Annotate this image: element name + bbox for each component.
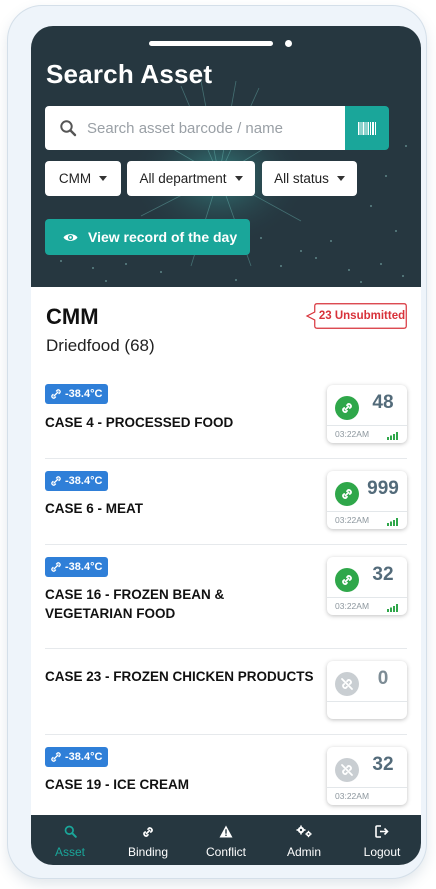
- signal-icon: [387, 518, 398, 526]
- unlinked-icon: [335, 758, 359, 782]
- phone-frame: Search Asset C: [8, 6, 426, 878]
- asset-list-item[interactable]: -38.4°C CASE 4 - PROCESSED FOOD 48 03:22…: [31, 384, 421, 474]
- last-sync-time: 03:22AM: [335, 515, 370, 525]
- card-divider: [327, 701, 407, 702]
- warning-icon: [219, 825, 233, 838]
- link-icon: [335, 568, 359, 592]
- list-divider: [45, 734, 407, 735]
- temperature-value: -38.4°C: [65, 475, 103, 487]
- temperature-badge: -38.4°C: [45, 384, 109, 404]
- status-filter-label: All status: [274, 171, 329, 186]
- nav-item-logout[interactable]: Logout: [343, 815, 421, 865]
- department-filter[interactable]: All department: [127, 161, 255, 196]
- card-divider: [327, 425, 407, 426]
- asset-list-item[interactable]: -38.4°C CASE 19 - ICE CREAM 32 03:22AM: [31, 747, 421, 817]
- case-name: CASE 23 - FROZEN CHICKEN PRODUCTS: [45, 669, 314, 684]
- temperature-value: -38.4°C: [65, 751, 103, 763]
- thermometer-link-icon: [51, 476, 61, 486]
- asset-count: 48: [372, 392, 394, 413]
- nav-item-asset[interactable]: Asset: [31, 815, 109, 865]
- thermometer-link-icon: [51, 389, 61, 399]
- status-filter[interactable]: All status: [262, 161, 357, 196]
- asset-list-item[interactable]: -38.4°C CASE 16 - FROZEN BEAN & VEGETARI…: [31, 557, 421, 657]
- last-sync-time: 03:22AM: [335, 791, 370, 801]
- phone-camera: [285, 40, 292, 47]
- asset-status-card[interactable]: 32 03:22AM: [327, 747, 407, 805]
- gears-icon: [296, 825, 312, 838]
- signal-icon: [387, 604, 398, 612]
- search-icon: [60, 120, 77, 137]
- last-sync-time: 03:22AM: [335, 429, 370, 439]
- nav-item-admin[interactable]: Admin: [265, 815, 343, 865]
- site-filter-label: CMM: [58, 171, 92, 186]
- list-divider: [45, 648, 407, 649]
- list-divider: [45, 458, 407, 459]
- phone-screen: Search Asset C: [31, 26, 421, 865]
- logout-icon: [375, 825, 389, 838]
- site-name: CMM: [46, 304, 99, 329]
- search-input[interactable]: [87, 106, 337, 150]
- thermometer-link-icon: [51, 562, 61, 572]
- nav-item-conflict[interactable]: Conflict: [187, 815, 265, 865]
- case-name: CASE 4 - PROCESSED FOOD: [45, 415, 234, 430]
- asset-list-item[interactable]: -38.4°C CASE 6 - MEAT 999 03:22AM: [31, 471, 421, 561]
- asset-status-card[interactable]: 48 03:22AM: [327, 385, 407, 443]
- last-sync-time: 03:22AM: [335, 601, 370, 611]
- temperature-badge: -38.4°C: [45, 471, 109, 491]
- chevron-down-icon: [336, 176, 345, 181]
- list-divider: [45, 544, 407, 545]
- card-divider: [327, 787, 407, 788]
- asset-count: 0: [377, 668, 389, 689]
- nav-label-admin: Admin: [286, 845, 321, 859]
- phone-speaker: [149, 41, 273, 46]
- link-icon: [335, 482, 359, 506]
- case-name: CASE 16 - FROZEN BEAN & VEGETARIAN FOOD: [45, 587, 225, 621]
- temperature-value: -38.4°C: [65, 561, 103, 573]
- nav-label-asset: Asset: [54, 845, 85, 859]
- asset-status-card[interactable]: 32 03:22AM: [327, 557, 407, 615]
- case-name: CASE 19 - ICE CREAM: [45, 777, 190, 792]
- asset-status-card[interactable]: 0: [327, 661, 407, 719]
- link-icon: [335, 396, 359, 420]
- case-name: CASE 6 - MEAT: [45, 501, 144, 516]
- unlinked-icon: [335, 672, 359, 696]
- asset-count: 32: [372, 754, 394, 775]
- page-title: Search Asset: [46, 59, 213, 89]
- nav-label-binding: Binding: [127, 845, 169, 859]
- barcode-icon: [358, 121, 376, 135]
- search-icon: [64, 825, 77, 838]
- asset-count: 999: [367, 478, 399, 499]
- view-record-label: View record of the day: [88, 229, 238, 245]
- unsubmitted-count: 23 Unsubmitted: [318, 310, 406, 322]
- asset-count: 32: [372, 564, 394, 585]
- department-filter-label: All department: [139, 171, 227, 186]
- asset-status-card[interactable]: 999 03:22AM: [327, 471, 407, 529]
- temperature-value: -38.4°C: [65, 388, 103, 400]
- temperature-badge: -38.4°C: [45, 747, 109, 767]
- nav-label-conflict: Conflict: [205, 845, 246, 859]
- nav-label-logout: Logout: [363, 845, 401, 859]
- card-divider: [327, 597, 407, 598]
- barcode-scan-button[interactable]: [345, 106, 389, 150]
- header: Search Asset C: [31, 26, 421, 287]
- card-divider: [327, 511, 407, 512]
- link-icon: [143, 827, 153, 837]
- chevron-down-icon: [99, 176, 108, 181]
- thermometer-link-icon: [51, 752, 61, 762]
- temperature-badge: -38.4°C: [45, 557, 109, 577]
- view-record-button[interactable]: View record of the day: [45, 219, 250, 255]
- department-summary: Driedfood (68): [46, 336, 155, 355]
- nav-item-binding[interactable]: Binding: [109, 815, 187, 865]
- unsubmitted-badge[interactable]: 23 Unsubmitted: [305, 303, 407, 329]
- site-filter[interactable]: CMM: [45, 161, 121, 196]
- eye-icon: [63, 233, 78, 241]
- search-box[interactable]: [45, 106, 345, 150]
- signal-icon: [387, 432, 398, 440]
- chevron-down-icon: [234, 176, 243, 181]
- bottom-nav: Asset Binding Conflict Admin Logout: [31, 815, 421, 865]
